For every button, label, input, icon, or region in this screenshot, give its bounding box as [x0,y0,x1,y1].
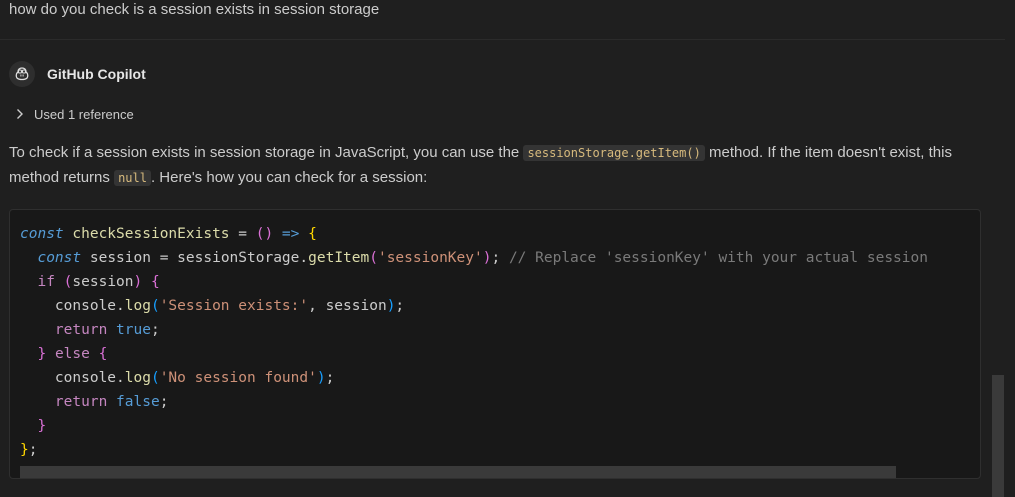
copilot-name: GitHub Copilot [47,66,146,82]
code-line-3: if (session) { [37,274,160,290]
copilot-icon-glyph [15,67,29,81]
code-line-7: console.log('No session found'); [54,370,335,386]
code-line-8: return false; [54,394,169,410]
used-references-toggle[interactable]: Used 1 reference [16,104,134,124]
copilot-icon [9,61,35,87]
code-block[interactable]: const checkSessionExists = () => { const… [9,209,981,479]
code-line-9: } [37,418,47,434]
code-content: const checkSessionExists = () => { const… [20,222,928,462]
answer-part3: . Here's how you can check for a session… [150,168,428,186]
chevron-right-icon [17,109,23,119]
panel-vertical-scrollbar[interactable] [992,375,1004,497]
code-line-5: return true; [54,322,160,338]
divider [0,39,1005,40]
code-line-10: }; [20,442,38,458]
code-horizontal-scrollbar[interactable] [20,466,896,478]
copilot-header: GitHub Copilot [9,61,146,87]
references-label: Used 1 reference [34,106,134,122]
inline-code-getitem: sessionStorage.getItem() [523,145,705,161]
answer-text: To check if a session exists in session … [9,141,999,190]
code-line-1: const checkSessionExists = () => { [20,226,317,242]
answer-part1: To check if a session exists in session … [9,144,524,161]
inline-code-null: null [114,169,151,186]
code-line-2: const session = sessionStorage.getItem('… [37,250,928,266]
code-line-6: } else { [37,346,108,362]
code-line-4: console.log('Session exists:', session); [54,298,405,314]
user-question: how do you check is a session exists in … [9,1,380,18]
